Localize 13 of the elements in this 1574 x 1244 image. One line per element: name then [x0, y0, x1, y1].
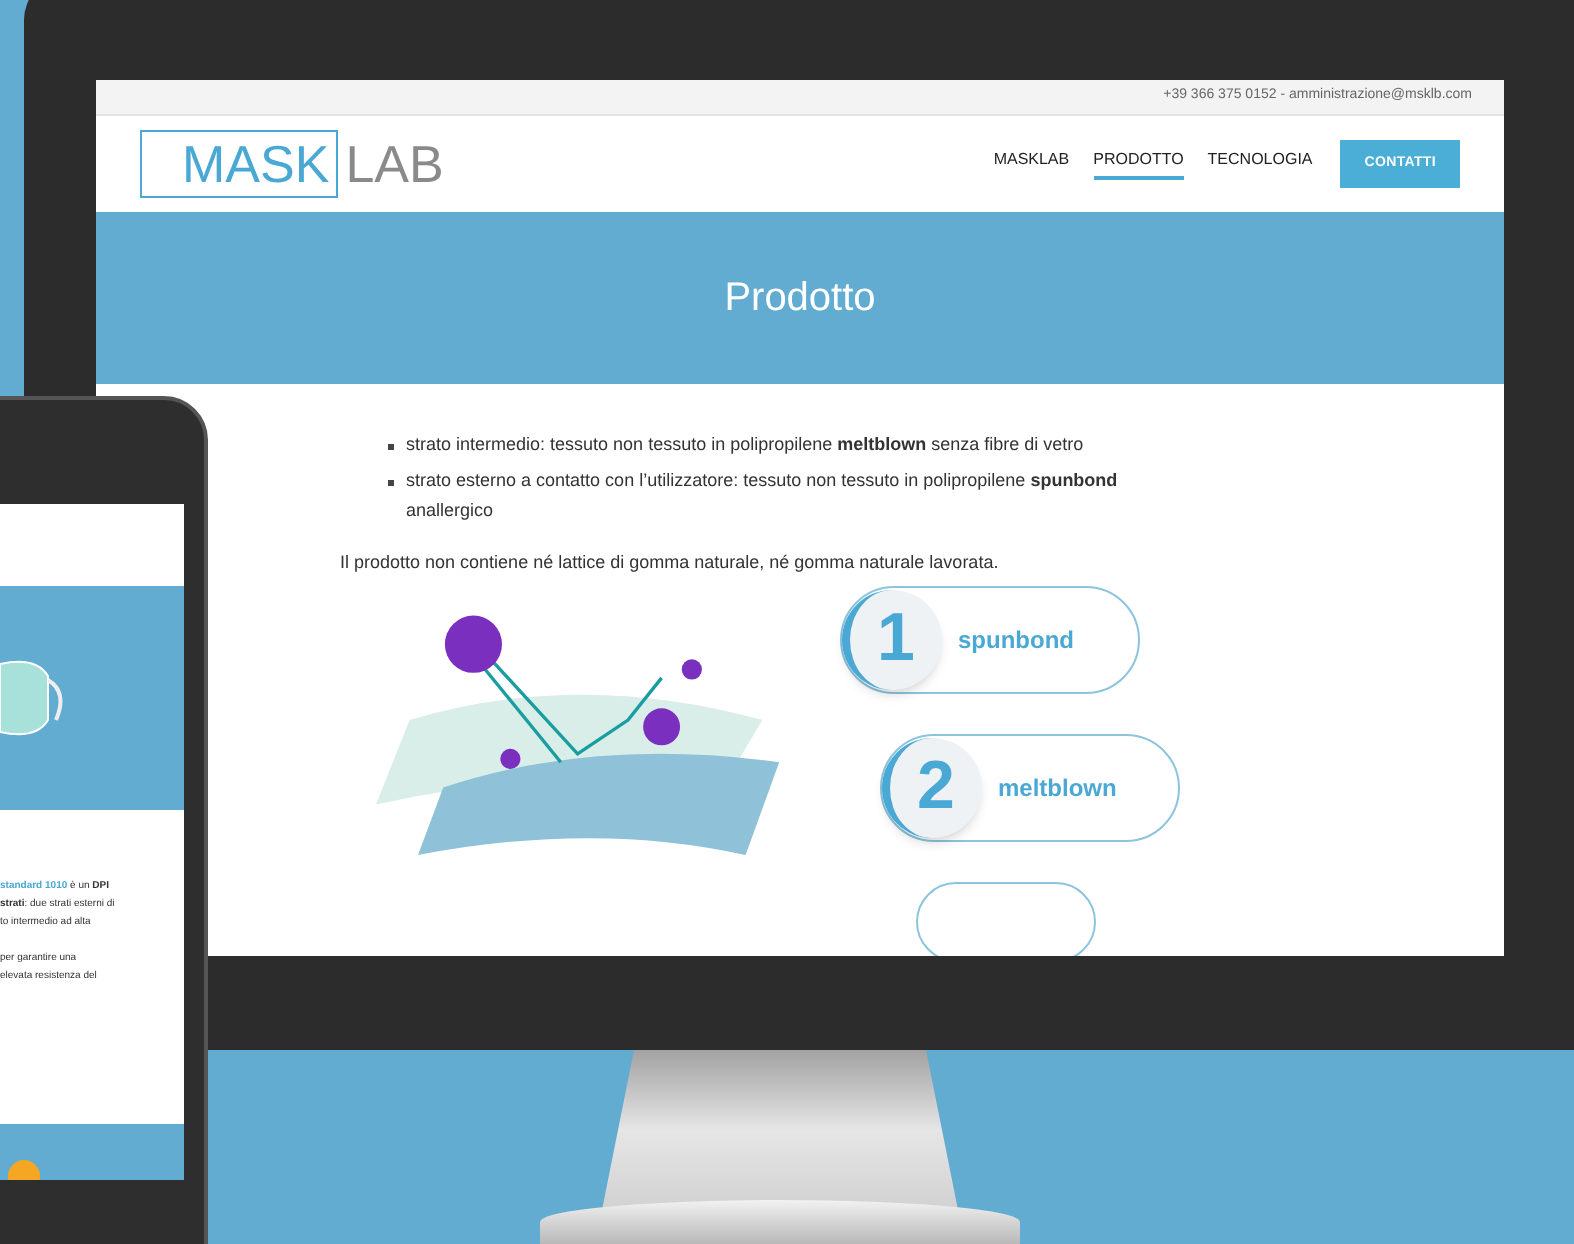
product-paragraph: Il prodotto non contiene né lattice di gomma naturale, né gomma naturale lavorata.: [340, 550, 1001, 576]
bullet-icon: [388, 444, 394, 450]
nav-link[interactable]: MASKLAB: [993, 148, 1070, 180]
layer-number: 1: [842, 589, 942, 689]
bullet-icon: [388, 480, 394, 486]
bullet-text: strato intermedio: tessuto non tessuto in polipropilene meltblown senza fibre di vetro: [406, 432, 1084, 458]
nav-link[interactable]: PRODOTTO: [1093, 148, 1184, 180]
layer-label: meltblown: [998, 771, 1117, 805]
layer-label: spunbond: [958, 623, 1074, 657]
layer-number: 2: [882, 737, 982, 837]
nav-link[interactable]: TECNOLOGIA: [1207, 148, 1313, 180]
page-title: Prodotto: [724, 274, 876, 324]
bullet-text: strato esterno a contatto con l’utilizzatore: tessuto non tessuto in polipropilene spunbond anallergico: [406, 468, 1120, 524]
